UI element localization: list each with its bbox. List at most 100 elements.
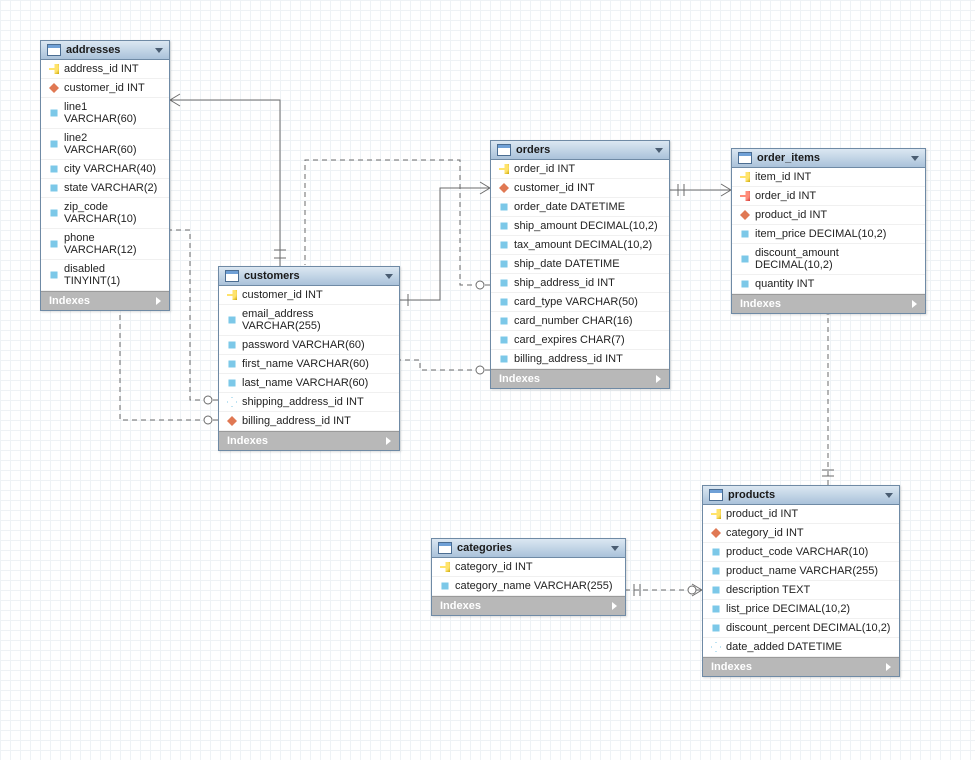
column-label: order_id INT [755,190,816,202]
column-row[interactable]: billing_address_id INT [491,350,669,369]
column-row[interactable]: city VARCHAR(40) [41,160,169,179]
entity-header[interactable]: customers [219,267,399,286]
column-row[interactable]: email_address VARCHAR(255) [219,305,399,336]
column-row[interactable]: discount_percent DECIMAL(10,2) [703,619,899,638]
column-row[interactable]: product_id INT [732,206,925,225]
entity-addresses[interactable]: addresses address_id INT customer_id INT… [40,40,170,311]
indexes-section[interactable]: Indexes [703,657,899,676]
entity-header[interactable]: products [703,486,899,505]
entity-categories[interactable]: categories category_id INT category_name… [431,538,626,616]
column-label: discount_amount DECIMAL(10,2) [755,247,917,271]
entity-order-items[interactable]: order_items item_id INT order_id INT pro… [731,148,926,314]
column-row[interactable]: shipping_address_id INT [219,393,399,412]
column-row[interactable]: address_id INT [41,60,169,79]
diamond-icon [709,621,723,635]
column-row[interactable]: category_id INT [703,524,899,543]
column-row[interactable]: category_name VARCHAR(255) [432,577,625,596]
column-row[interactable]: date_added DATETIME [703,638,899,657]
column-label: card_type VARCHAR(50) [514,296,638,308]
column-row[interactable]: item_id INT [732,168,925,187]
column-label: date_added DATETIME [726,641,842,653]
entity-header[interactable]: addresses [41,41,169,60]
column-label: address_id INT [64,63,139,75]
diamond-icon [709,583,723,597]
column-label: ship_amount DECIMAL(10,2) [514,220,658,232]
column-row[interactable]: ship_date DATETIME [491,255,669,274]
key-icon [227,290,237,300]
column-row[interactable]: first_name VARCHAR(60) [219,355,399,374]
entity-header[interactable]: orders [491,141,669,160]
column-row[interactable]: order_id INT [732,187,925,206]
entity-orders[interactable]: orders order_id INT customer_id INT orde… [490,140,670,389]
chevron-down-icon[interactable] [911,156,919,161]
column-row[interactable]: card_number CHAR(16) [491,312,669,331]
entity-header[interactable]: categories [432,539,625,558]
entity-products[interactable]: products product_id INT category_id INT … [702,485,900,677]
column-row[interactable]: description TEXT [703,581,899,600]
column-label: phone VARCHAR(12) [64,232,161,256]
column-row[interactable]: card_type VARCHAR(50) [491,293,669,312]
chevron-down-icon[interactable] [655,148,663,153]
column-row[interactable]: phone VARCHAR(12) [41,229,169,260]
column-row[interactable]: list_price DECIMAL(10,2) [703,600,899,619]
column-row[interactable]: tax_amount DECIMAL(10,2) [491,236,669,255]
indexes-label: Indexes [740,298,781,310]
column-row[interactable]: ship_address_id INT [491,274,669,293]
column-row[interactable]: customer_id INT [219,286,399,305]
column-row[interactable]: billing_address_id INT [219,412,399,431]
indexes-section[interactable]: Indexes [432,596,625,615]
entity-customers[interactable]: customers customer_id INT email_address … [218,266,400,451]
column-row[interactable]: item_price DECIMAL(10,2) [732,225,925,244]
indexes-section[interactable]: Indexes [732,294,925,313]
diamond-icon [225,376,239,390]
entity-title: addresses [66,44,120,56]
chevron-right-icon [386,437,391,445]
column-row[interactable]: line2 VARCHAR(60) [41,129,169,160]
entity-title: customers [244,270,300,282]
column-label: product_name VARCHAR(255) [726,565,878,577]
chevron-down-icon[interactable] [885,493,893,498]
column-label: zip_code VARCHAR(10) [64,201,161,225]
column-row[interactable]: order_id INT [491,160,669,179]
entity-title: products [728,489,775,501]
key-icon [499,164,509,174]
indexes-label: Indexes [499,373,540,385]
column-label: disabled TINYINT(1) [64,263,161,287]
column-row[interactable]: product_code VARCHAR(10) [703,543,899,562]
column-row[interactable]: last_name VARCHAR(60) [219,374,399,393]
column-row[interactable]: category_id INT [432,558,625,577]
column-label: ship_address_id INT [514,277,615,289]
indexes-section[interactable]: Indexes [219,431,399,450]
chevron-down-icon[interactable] [385,274,393,279]
column-row[interactable]: password VARCHAR(60) [219,336,399,355]
diamond-icon [225,313,239,327]
column-row[interactable]: customer_id INT [491,179,669,198]
diamond-icon [47,268,61,282]
indexes-label: Indexes [49,295,90,307]
column-row[interactable]: product_name VARCHAR(255) [703,562,899,581]
column-label: category_id INT [726,527,804,539]
column-row[interactable]: card_expires CHAR(7) [491,331,669,350]
indexes-section[interactable]: Indexes [41,291,169,310]
column-label: billing_address_id INT [514,353,623,365]
column-row[interactable]: discount_amount DECIMAL(10,2) [732,244,925,275]
column-label: list_price DECIMAL(10,2) [726,603,850,615]
entity-header[interactable]: order_items [732,149,925,168]
column-row[interactable]: ship_amount DECIMAL(10,2) [491,217,669,236]
chevron-right-icon [612,602,617,610]
key-icon [711,509,721,519]
chevron-down-icon[interactable] [611,546,619,551]
key-icon [49,64,59,74]
chevron-down-icon[interactable] [155,48,163,53]
indexes-section[interactable]: Indexes [491,369,669,388]
indexes-label: Indexes [227,435,268,447]
indexes-label: Indexes [440,600,481,612]
column-row[interactable]: state VARCHAR(2) [41,179,169,198]
column-row[interactable]: zip_code VARCHAR(10) [41,198,169,229]
column-row[interactable]: product_id INT [703,505,899,524]
column-row[interactable]: line1 VARCHAR(60) [41,98,169,129]
column-row[interactable]: quantity INT [732,275,925,294]
column-row[interactable]: customer_id INT [41,79,169,98]
column-row[interactable]: order_date DATETIME [491,198,669,217]
column-row[interactable]: disabled TINYINT(1) [41,260,169,291]
